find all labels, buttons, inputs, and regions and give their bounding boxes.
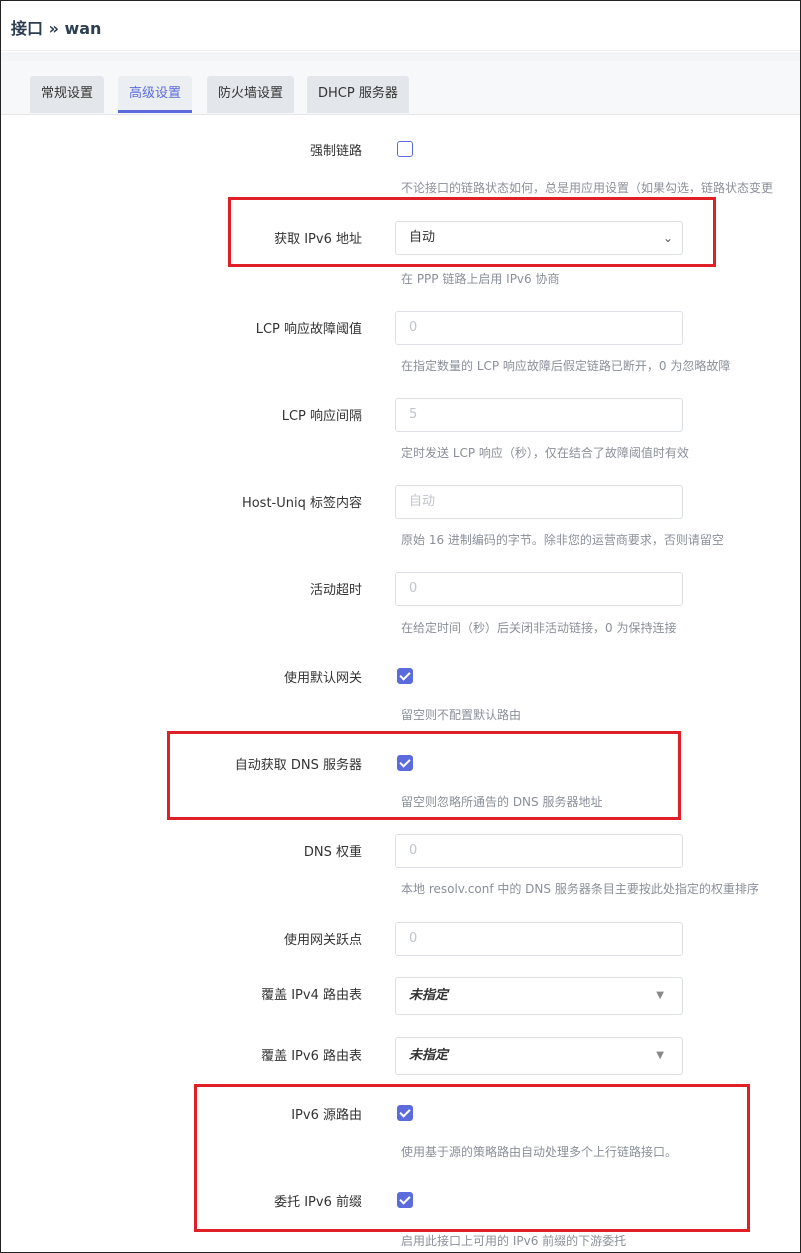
ipv6-help: 在 PPP 链路上启用 IPv6 协商 [401, 272, 560, 286]
header-gap [1, 52, 800, 61]
metric-label: 使用网关跃点 [283, 933, 362, 948]
source-routing-label: IPv6 源路由 [291, 1108, 362, 1123]
ipv6-select[interactable]: 自动 ⌄ [395, 221, 683, 255]
host-uniq-help: 原始 16 进制编码的字节。除非您的运营商要求，否则请留空 [401, 533, 724, 547]
tab-firewall[interactable]: 防火墙设置 [207, 76, 295, 113]
ip4table-value: 未指定 [409, 988, 449, 1003]
source-routing-help: 使用基于源的策略路由自动处理多个上行链路接口。 [401, 1145, 678, 1159]
delegate-checkbox[interactable] [397, 1192, 413, 1208]
default-gateway-label: 使用默认网关 [283, 671, 362, 686]
default-gateway-help: 留空则不配置默认路由 [401, 708, 522, 722]
peer-dns-label: 自动获取 DNS 服务器 [234, 758, 362, 773]
ip6table-dropdown[interactable]: 未指定 ▼ [395, 1037, 683, 1075]
metric-input[interactable]: 0 [395, 922, 683, 956]
lcp-interval-input[interactable]: 5 [395, 398, 683, 432]
force-link-help: 不论接口的链路状态如何，总是用应用设置（如果勾选，链路状态变更 [401, 181, 774, 195]
default-gateway-checkbox[interactable] [397, 668, 413, 684]
idle-timeout-label: 活动超时 [309, 583, 362, 598]
ip4table-dropdown[interactable]: 未指定 ▼ [395, 977, 683, 1015]
ip6table-value: 未指定 [409, 1048, 449, 1063]
dns-weight-help: 本地 resolv.conf 中的 DNS 服务器条目主要按此处指定的权重排序 [401, 882, 759, 896]
tab-general[interactable]: 常规设置 [30, 76, 105, 113]
delegate-help: 启用此接口上可用的 IPv6 前缀的下游委托 [401, 1234, 627, 1248]
peer-dns-help: 留空则忽略所通告的 DNS 服务器地址 [401, 795, 603, 809]
lcp-fail-help: 在指定数量的 LCP 响应故障后假定链路已断开，0 为忽略故障 [401, 359, 731, 373]
lcp-fail-input[interactable]: 0 [395, 311, 683, 345]
page-title: 接口 » wan [11, 19, 102, 38]
lcp-interval-label: LCP 响应间隔 [281, 409, 362, 424]
source-routing-checkbox[interactable] [397, 1105, 413, 1121]
page-header: 接口 » wan [1, 1, 800, 51]
tab-advanced[interactable]: 高级设置 [118, 76, 193, 113]
caret-down-icon: ▼ [656, 990, 664, 1001]
lcp-fail-label: LCP 响应故障阈值 [255, 322, 362, 337]
force-link-checkbox[interactable] [397, 141, 413, 157]
host-uniq-input[interactable]: 自动 [395, 485, 683, 519]
idle-timeout-help: 在给定时间（秒）后关闭非活动链接，0 为保持连接 [401, 621, 677, 635]
tab-bar: 常规设置 高级设置 防火墙设置 DHCP 服务器 [1, 61, 800, 115]
chevron-down-icon: ⌄ [662, 231, 673, 245]
ipv6-select-value: 自动 [409, 230, 436, 245]
delegate-label: 委托 IPv6 前缀 [274, 1195, 362, 1210]
ipv6-label: 获取 IPv6 地址 [274, 232, 362, 247]
ip4table-label: 覆盖 IPv4 路由表 [261, 988, 362, 1003]
lcp-interval-help: 定时发送 LCP 响应（秒），仅在结合了故障阈值时有效 [401, 446, 689, 460]
host-uniq-label: Host-Uniq 标签内容 [241, 496, 362, 511]
dns-weight-input[interactable]: 0 [395, 834, 683, 868]
peer-dns-checkbox[interactable] [397, 755, 413, 771]
caret-down-icon: ▼ [656, 1050, 664, 1061]
ip6table-label: 覆盖 IPv6 路由表 [261, 1049, 362, 1064]
tab-dhcp[interactable]: DHCP 服务器 [307, 76, 409, 113]
force-link-label: 强制链路 [309, 144, 362, 159]
idle-timeout-input[interactable]: 0 [395, 572, 683, 606]
dns-weight-label: DNS 权重 [303, 845, 362, 860]
